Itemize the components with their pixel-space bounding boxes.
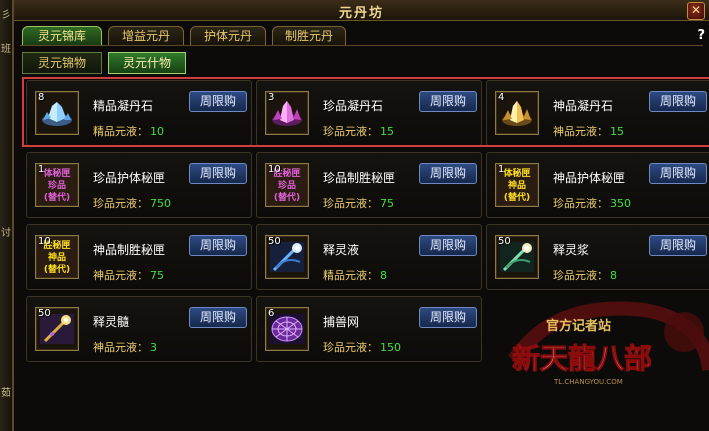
strip-text: 茹 — [1, 388, 11, 399]
item-count: 6 — [268, 308, 275, 319]
item-count: 3 — [268, 92, 275, 103]
tab-divider — [20, 45, 703, 46]
blue-crystal-icon[interactable]: 8 — [35, 91, 79, 135]
item-name: 神品凝丹石 — [553, 99, 614, 113]
item-cost: 精品元液： 10 — [93, 125, 164, 138]
weekly-limit-button[interactable]: 周限购 — [649, 91, 707, 112]
item-name: 珍品护体秘匣 — [93, 171, 166, 185]
tab-lingyuan-shiwu[interactable]: 灵元什物 — [108, 52, 186, 74]
shop-item-card[interactable]: 1 体秘匣 珍品 (替代) 珍品护体秘匣 珍品元液： 750 周限购 — [26, 152, 252, 218]
item-cost: 神品元液： 75 — [93, 269, 164, 282]
logo-brand-text: 新天龍八部 — [512, 342, 652, 375]
item-count: 1 — [38, 164, 45, 175]
placeholder-icon[interactable]: 10 胜秘匣 珍品 (替代) — [265, 163, 309, 207]
weekly-limit-button[interactable]: 周限购 — [649, 235, 707, 256]
item-cost: 珍品元液： 75 — [323, 197, 394, 210]
weekly-limit-button[interactable]: 周限购 — [189, 91, 247, 112]
item-count: 1 — [498, 164, 505, 175]
item-cost: 珍品元液： 350 — [553, 197, 631, 210]
item-cost: 珍品元液： 8 — [553, 269, 617, 282]
item-name: 珍品制胜秘匣 — [323, 171, 396, 185]
gold-crystal-icon[interactable]: 4 — [495, 91, 539, 135]
item-cost: 神品元液： 15 — [553, 125, 624, 138]
weekly-limit-button[interactable]: 周限购 — [649, 163, 707, 184]
item-name: 珍品凝丹石 — [323, 99, 384, 113]
shop-item-card[interactable]: 50 释灵浆 珍品元液： 8 周限购 — [486, 224, 709, 290]
shop-item-card[interactable]: 50 释灵髓 神品元液： 3 周限购 — [26, 296, 252, 362]
tab-lingyuan-jinku[interactable]: 灵元锦库 — [22, 26, 102, 46]
item-name: 释灵浆 — [553, 243, 590, 257]
item-count: 8 — [38, 92, 45, 103]
shop-item-card[interactable]: 50 释灵液 精品元液： 8 周限购 — [256, 224, 482, 290]
weekly-limit-button[interactable]: 周限购 — [419, 163, 477, 184]
weekly-limit-button[interactable]: 周限购 — [189, 163, 247, 184]
item-cost: 神品元液： 3 — [93, 341, 157, 354]
item-name: 释灵髓 — [93, 315, 130, 329]
purple-net-icon[interactable]: 6 — [265, 307, 309, 351]
blue-vial-icon[interactable]: 50 — [265, 235, 309, 279]
green-vial-icon[interactable]: 50 — [495, 235, 539, 279]
logo-site-text: TL.CHANGYOU.COM — [553, 378, 623, 386]
strip-text: 讨 — [1, 228, 11, 239]
item-cost: 精品元液： 8 — [323, 269, 387, 282]
item-cost: 珍品元液： 15 — [323, 125, 394, 138]
shop-item-card[interactable]: 8 精品凝丹石 精品元液： 10 周限购 — [26, 80, 252, 146]
item-count: 4 — [498, 92, 505, 103]
purple-crystal-icon[interactable]: 3 — [265, 91, 309, 135]
item-name: 释灵液 — [323, 243, 360, 257]
item-cost: 珍品元液： 750 — [93, 197, 171, 210]
item-name: 捕兽网 — [323, 315, 360, 329]
item-count: 50 — [38, 308, 51, 319]
shop-item-card[interactable]: 10 胜秘匣 珍品 (替代) 珍品制胜秘匣 珍品元液： 75 周限购 — [256, 152, 482, 218]
tab-huti-yuandan[interactable]: 护体元丹 — [190, 26, 266, 46]
weekly-limit-button[interactable]: 周限购 — [419, 235, 477, 256]
item-count: 50 — [268, 236, 281, 247]
shop-item-card[interactable]: 4 神品凝丹石 神品元液： 15 周限购 — [486, 80, 709, 146]
strip-text: 班 — [1, 44, 11, 55]
tab-zengyi-yuandan[interactable]: 增益元丹 — [108, 26, 184, 46]
logo-badge-text: 官方记者站 — [546, 318, 611, 334]
weekly-limit-button[interactable]: 周限购 — [189, 235, 247, 256]
tab-zhisheng-yuandan[interactable]: 制胜元丹 — [272, 26, 346, 46]
strip-text: 彡 — [1, 10, 11, 21]
help-button[interactable]: ? — [697, 28, 705, 43]
shop-item-card[interactable]: 3 珍品凝丹石 珍品元液： 15 周限购 — [256, 80, 482, 146]
window-title: 元丹坊 — [338, 6, 384, 21]
shop-item-card[interactable]: 6 捕兽网 珍品元液： 150 周限购 — [256, 296, 482, 362]
weekly-limit-button[interactable]: 周限购 — [419, 91, 477, 112]
item-count: 10 — [268, 164, 281, 175]
tab-lingyuan-jinwu[interactable]: 灵元锦物 — [22, 52, 102, 74]
placeholder-icon[interactable]: 1 体秘匣 珍品 (替代) — [35, 163, 79, 207]
item-name: 神品护体秘匣 — [553, 171, 626, 185]
weekly-limit-button[interactable]: 周限购 — [419, 307, 477, 328]
game-logo: 官方记者站 新天龍八部 TL.CHANGYOU.COM — [494, 290, 709, 390]
gold-scepter-icon[interactable]: 50 — [35, 307, 79, 351]
shop-item-card[interactable]: 10 胜秘匣 神品 (替代) 神品制胜秘匣 神品元液： 75 周限购 — [26, 224, 252, 290]
weekly-limit-button[interactable]: 周限购 — [189, 307, 247, 328]
placeholder-icon[interactable]: 10 胜秘匣 神品 (替代) — [35, 235, 79, 279]
item-cost: 珍品元液： 150 — [323, 341, 401, 354]
shop-item-card[interactable]: 1 体秘匣 神品 (替代) 神品护体秘匣 珍品元液： 350 周限购 — [486, 152, 709, 218]
title-bar[interactable]: 元丹坊 ✕ — [14, 0, 709, 21]
item-name: 精品凝丹石 — [93, 99, 154, 113]
yuandan-shop-window: 元丹坊 ✕ ? 灵元锦库 增益元丹 护体元丹 制胜元丹 灵元锦物 灵元什物 8 — [12, 0, 709, 431]
item-count: 10 — [38, 236, 51, 247]
close-button[interactable]: ✕ — [687, 2, 705, 20]
item-name: 神品制胜秘匣 — [93, 243, 166, 257]
placeholder-icon[interactable]: 1 体秘匣 神品 (替代) — [495, 163, 539, 207]
item-count: 50 — [498, 236, 511, 247]
